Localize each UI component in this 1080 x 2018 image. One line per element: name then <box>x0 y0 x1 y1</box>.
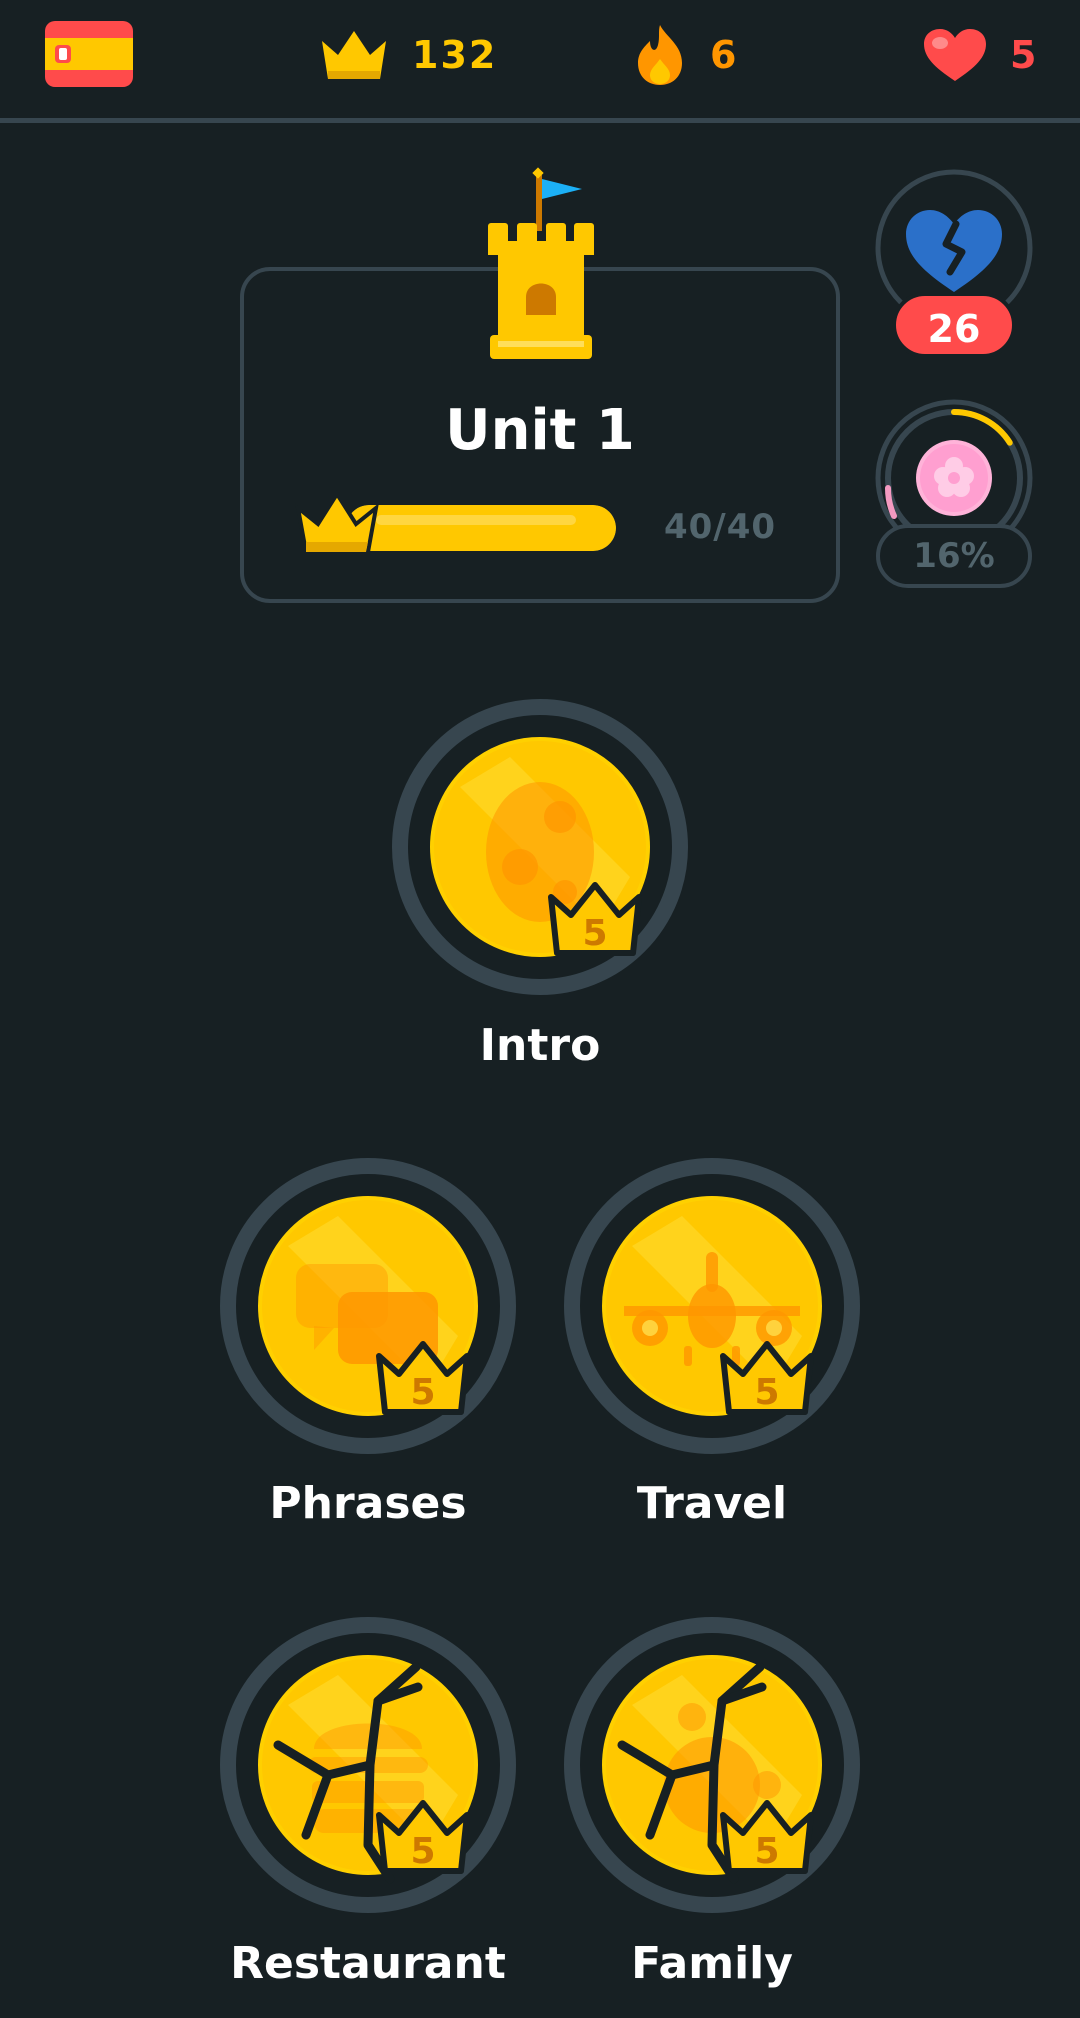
skill-label-phrases: Phrases <box>269 1478 467 1529</box>
skill-label-family: Family <box>631 1938 793 1989</box>
broken-heart-count-badge: 26 <box>892 292 1016 358</box>
heart-icon <box>924 29 986 81</box>
castle-icon <box>488 167 594 359</box>
spain-flag-icon[interactable] <box>45 21 133 87</box>
broken-heart-count: 26 <box>927 307 981 351</box>
skill-badge: 5 <box>564 1617 860 1913</box>
skill-level: 5 <box>582 913 607 954</box>
skill-intro[interactable]: 5 <box>390 697 690 997</box>
crown-icon <box>322 31 386 79</box>
skill-family[interactable]: 5 <box>562 1615 862 1915</box>
skill-badge: 5 <box>220 1158 516 1454</box>
skill-badge: 5 <box>392 699 688 995</box>
crown-icon <box>295 490 379 554</box>
flower-medal-icon <box>916 440 992 516</box>
skill-label-travel: Travel <box>636 1478 788 1529</box>
skill-badge: 5 <box>220 1617 516 1913</box>
skill-restaurant[interactable]: 5 <box>218 1615 518 1915</box>
skill-level: 5 <box>410 1831 435 1872</box>
unit-progress-fill <box>346 505 616 551</box>
skill-label-intro: Intro <box>479 1020 601 1071</box>
hearts-count: 5 <box>1010 33 1039 77</box>
skill-label-restaurant: Restaurant <box>230 1938 506 1989</box>
top-bar: 132 6 5 <box>0 0 1080 123</box>
unit-progress-text: 40/40 <box>663 507 777 547</box>
achievement-percent: 16% <box>913 536 995 576</box>
skill-level: 5 <box>754 1372 779 1413</box>
skill-badge: 5 <box>564 1158 860 1454</box>
egg-icon <box>486 782 594 922</box>
skill-level: 5 <box>410 1372 435 1413</box>
streak-counter[interactable]: 6 <box>632 25 738 85</box>
broken-heart-icon <box>906 210 1002 292</box>
streak-count: 6 <box>710 33 739 77</box>
skill-travel[interactable]: 5 <box>562 1156 862 1456</box>
skill-phrases[interactable]: 5 <box>218 1156 518 1456</box>
crowns-count: 132 <box>412 33 498 77</box>
skill-level: 5 <box>754 1831 779 1872</box>
unit-progress-bar <box>346 505 616 551</box>
achievement-percent-badge: 16% <box>876 524 1032 588</box>
flame-icon <box>638 25 682 85</box>
hearts-counter[interactable]: 5 <box>922 25 1038 85</box>
crowns-counter[interactable]: 132 <box>318 25 497 85</box>
